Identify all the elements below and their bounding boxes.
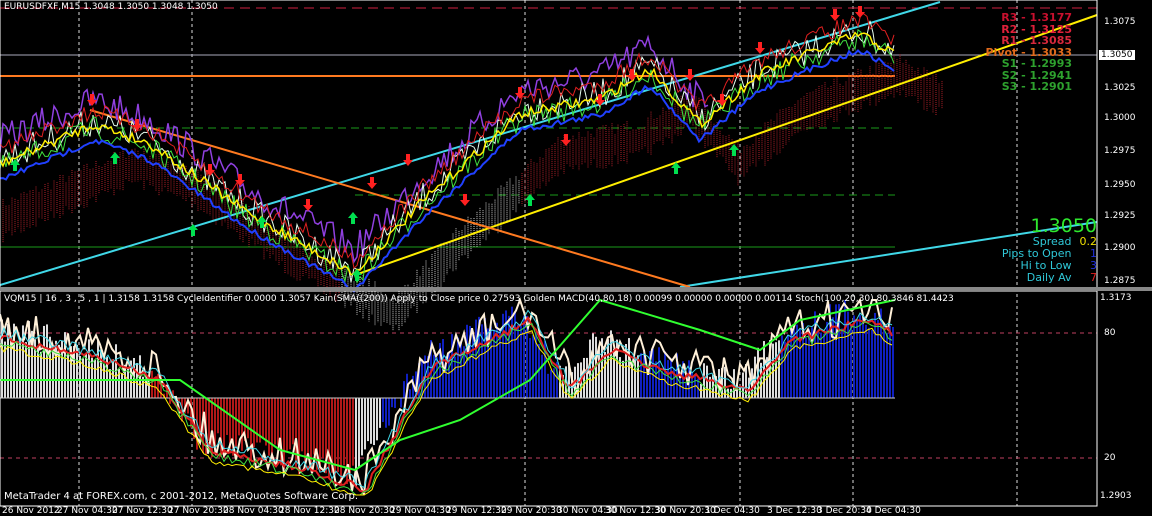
indicator-lines bbox=[0, 1, 1098, 293]
copyright-text: MetaTrader 4 at FOREX.com, c 2001-2012, … bbox=[4, 491, 359, 502]
current-price: 1.3050 bbox=[1030, 215, 1097, 237]
pane-splitter[interactable] bbox=[0, 287, 1152, 291]
price-tick: 1.2950 bbox=[1104, 180, 1136, 190]
current-price-label: 1.3050 bbox=[1099, 50, 1135, 60]
price-tick: 1.2925 bbox=[1104, 211, 1136, 221]
time-tick: 29 Nov 12:30 bbox=[446, 506, 507, 516]
time-tick: 28 Nov 20:30 bbox=[334, 506, 395, 516]
indicator-axis-bottom: 1.2903 bbox=[1100, 491, 1132, 501]
price-tick: 1.3025 bbox=[1104, 83, 1136, 93]
signal-line bbox=[0, 309, 893, 489]
daily-value: 7 bbox=[1090, 271, 1097, 284]
indicator-axis-top: 1.3173 bbox=[1100, 293, 1132, 303]
price-tick: 1.2875 bbox=[1104, 276, 1136, 286]
indicator-level-80: 80 bbox=[1104, 328, 1116, 338]
symbol-header: EURUSDFXF,M15 1.3048 1.3050 1.3048 1.305… bbox=[4, 2, 218, 12]
indicator-header: VQM15 | 16 , 3 , 5 , 1 | 1.3158 1.3158 C… bbox=[4, 294, 954, 304]
price-tick: 1.3075 bbox=[1104, 17, 1136, 27]
channel-line bbox=[0, 1, 941, 286]
time-tick: 3 Dec 20:30 bbox=[817, 506, 872, 516]
price-tick: 1.3000 bbox=[1104, 113, 1136, 123]
time-tick: 28 Nov 04:30 bbox=[223, 506, 284, 516]
sell-arrow-icon bbox=[830, 9, 840, 21]
time-tick: 27 Nov 20:30 bbox=[168, 506, 229, 516]
time-tick: 4 Dec 04:30 bbox=[866, 506, 921, 516]
buy-arrow-icon bbox=[729, 144, 739, 156]
time-tick: 29 Nov 04:30 bbox=[390, 506, 451, 516]
indicator-level-20: 20 bbox=[1104, 453, 1116, 463]
sell-arrow-icon bbox=[755, 42, 765, 54]
sell-arrow-icon bbox=[367, 177, 377, 189]
time-tick: 27 Nov 12:30 bbox=[112, 506, 173, 516]
sell-arrow-icon bbox=[460, 194, 470, 206]
time-tick: 28 Nov 12:30 bbox=[279, 506, 340, 516]
time-tick: 27 Nov 04:30 bbox=[57, 506, 118, 516]
buy-arrow-icon bbox=[525, 194, 535, 206]
time-tick: 26 Nov 2012 bbox=[2, 506, 60, 516]
grid-lines bbox=[0, 0, 1097, 506]
signal-arrows bbox=[10, 6, 865, 281]
price-tick: 1.2975 bbox=[1104, 146, 1136, 156]
sell-arrow-icon bbox=[303, 199, 313, 211]
cycle-line bbox=[0, 320, 893, 496]
trend-line bbox=[89, 109, 691, 288]
time-tick: 29 Nov 20:30 bbox=[501, 506, 562, 516]
buy-arrow-icon bbox=[348, 212, 358, 224]
daily-label: Daily Av bbox=[1026, 271, 1072, 284]
price-tick: 1.2900 bbox=[1104, 243, 1136, 253]
vqm-histogram bbox=[0, 300, 1097, 486]
info-panel: 1.3050 Spread 0.2 Pips to Open 1 Hi to L… bbox=[990, 216, 1097, 284]
price-chart[interactable] bbox=[0, 0, 1152, 516]
purple-line bbox=[0, 34, 709, 264]
time-tick: 3 Dec 12:30 bbox=[767, 506, 822, 516]
pivot-level: S3 - 1.2901 bbox=[1001, 80, 1072, 93]
time-tick: 1 Dec 04:30 bbox=[705, 506, 760, 516]
macd-line bbox=[0, 316, 893, 494]
